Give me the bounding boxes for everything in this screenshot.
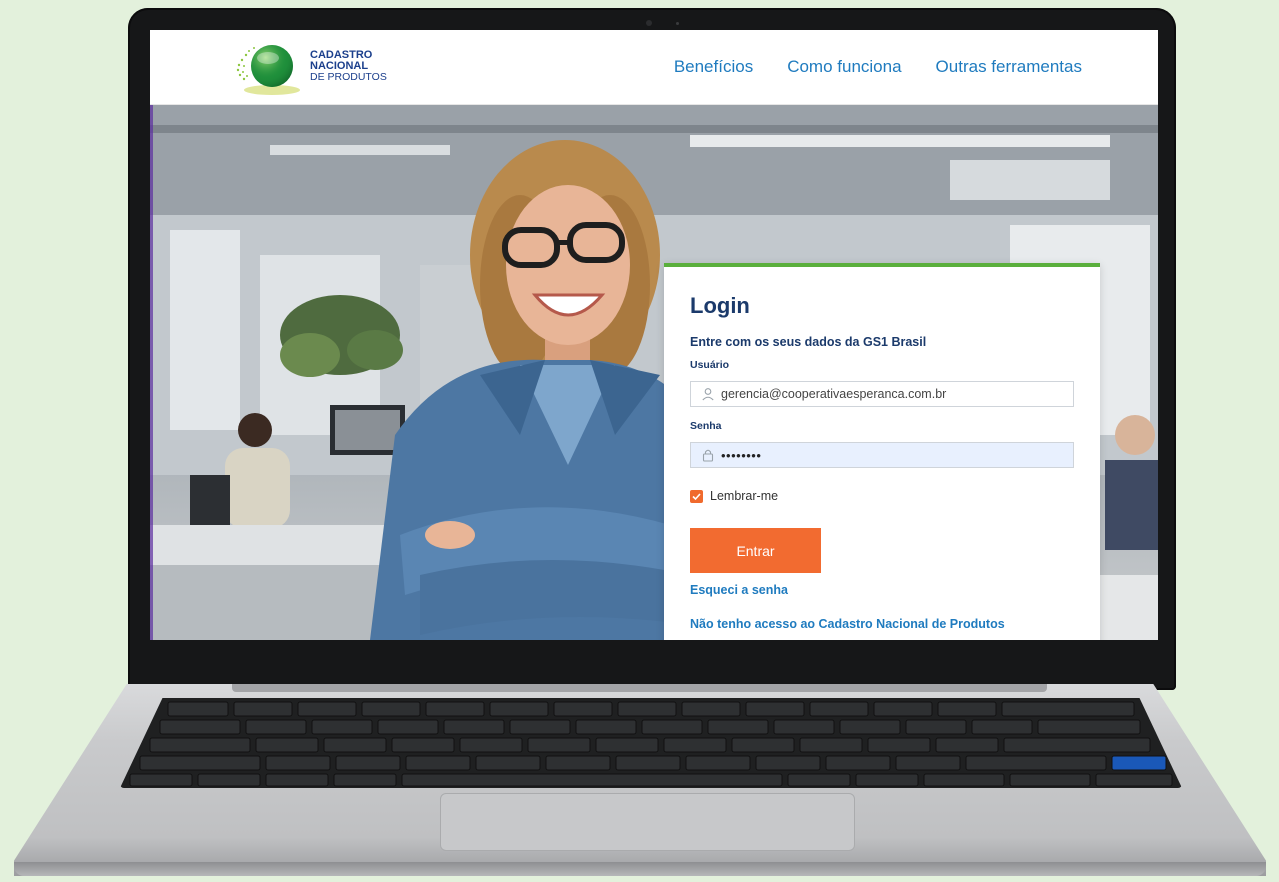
laptop-front-edge — [14, 862, 1266, 876]
nav-link-outras-ferramentas[interactable]: Outras ferramentas — [936, 57, 1082, 77]
webcam — [646, 20, 652, 26]
check-icon — [692, 492, 701, 500]
globe-logo-icon — [236, 45, 300, 95]
login-subtitle: Entre com os seus dados da GS1 Brasil — [690, 335, 927, 349]
login-card: Login Entre com os seus dados da GS1 Bra… — [664, 263, 1100, 640]
keyboard-keys — [129, 701, 1173, 787]
username-field[interactable]: gerencia@cooperativaesperanca.com.br — [690, 381, 1074, 407]
password-value: •••••••• — [721, 447, 762, 463]
laptop-screen: CADASTRO NACIONAL DE PRODUTOS Benefícios… — [150, 30, 1158, 640]
logo-line-3: DE PRODUTOS — [310, 71, 387, 83]
nav-link-como-funciona[interactable]: Como funciona — [787, 57, 901, 77]
login-title: Login — [690, 293, 750, 318]
username-value: gerencia@cooperativaesperanca.com.br — [721, 387, 947, 401]
site-logo[interactable]: CADASTRO NACIONAL DE PRODUTOS — [232, 38, 392, 98]
site-header: CADASTRO NACIONAL DE PRODUTOS Benefícios… — [150, 30, 1158, 105]
lock-icon — [702, 449, 714, 462]
remember-me-label[interactable]: Lembrar-me — [710, 489, 778, 503]
trackpad — [440, 793, 855, 851]
username-label: Usuário — [690, 359, 730, 371]
nav-link-beneficios[interactable]: Benefícios — [674, 57, 753, 77]
laptop-hinge — [232, 684, 1047, 692]
no-access-link[interactable]: Não tenho acesso ao Cadastro Nacional de… — [690, 617, 1005, 631]
password-field[interactable]: •••••••• — [690, 442, 1074, 468]
remember-me-row: Lembrar-me — [690, 489, 778, 503]
remember-me-checkbox[interactable] — [690, 489, 703, 503]
logo-wordmark: CADASTRO NACIONAL DE PRODUTOS — [310, 50, 387, 83]
webcam-led — [676, 22, 679, 25]
forgot-password-link[interactable]: Esqueci a senha — [690, 583, 788, 597]
password-label: Senha — [690, 420, 722, 432]
hero-photo: Login Entre com os seus dados da GS1 Bra… — [150, 105, 1158, 640]
user-icon — [702, 388, 714, 401]
login-submit-button[interactable]: Entrar — [690, 528, 821, 573]
main-nav: Benefícios Como funciona Outras ferramen… — [674, 57, 1082, 77]
